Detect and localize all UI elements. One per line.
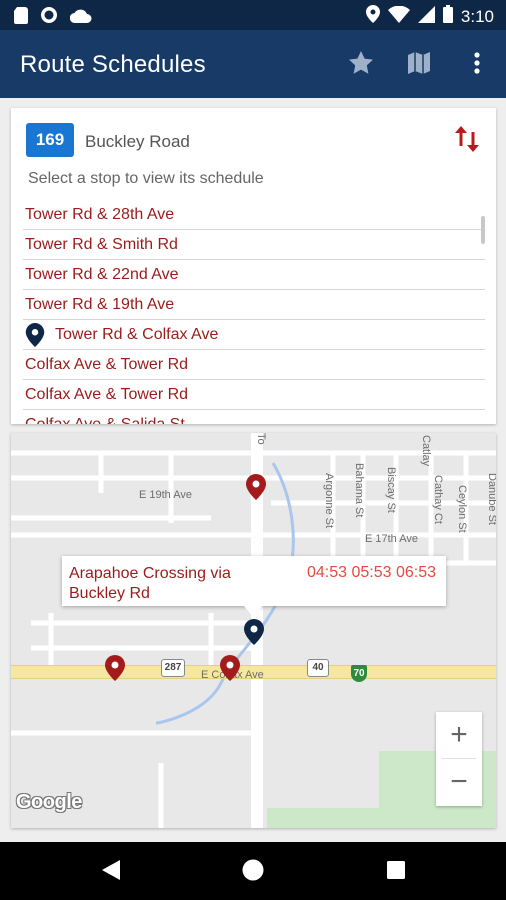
map-icon — [407, 51, 431, 80]
route-number-badge: 169 — [26, 123, 74, 157]
stop-item[interactable]: Colfax Ave & Tower Rd — [23, 350, 485, 380]
stop-item-label: Colfax Ave & Salida St — [25, 415, 185, 425]
stop-item-label: Colfax Ave & Tower Rd — [25, 385, 189, 403]
favorite-button[interactable] — [346, 50, 376, 80]
google-logo: Google — [16, 791, 82, 813]
location-icon — [365, 5, 380, 28]
status-bar: 3:10 — [0, 0, 506, 30]
selected-stop-pin-icon — [25, 322, 45, 347]
street-label-biscay: Biscay St — [385, 467, 397, 513]
app-bar-actions — [346, 50, 492, 80]
more-vert-icon — [474, 51, 480, 79]
info-departure-times: 04:53 05:53 06:53 — [306, 564, 436, 581]
sync-icon — [40, 6, 58, 29]
battery-icon — [442, 5, 453, 28]
street-label-e19th: E 19th Ave — [139, 489, 193, 501]
stop-item-label: Tower Rd & 22nd Ave — [25, 265, 179, 283]
stop-item[interactable]: Colfax Ave & Tower Rd — [23, 380, 485, 410]
info-route-title: Arapahoe Crossing via Buckley Rd — [69, 565, 231, 602]
zoom-controls: + − — [436, 712, 482, 806]
status-icons-left — [14, 6, 92, 29]
stop-item[interactable]: Colfax Ave & Salida St — [23, 410, 485, 425]
stop-item[interactable]: Tower Rd & Smith Rd — [23, 230, 485, 260]
stop-item-label: Tower Rd & 19th Ave — [25, 295, 175, 313]
street-label-cathay: Cathay Ct — [432, 475, 444, 524]
selected-stop-marker[interactable] — [244, 619, 264, 645]
stop-item-label: Tower Rd & 28th Ave — [25, 205, 175, 223]
us-287-shield: 287 — [161, 659, 185, 677]
stop-item[interactable]: Tower Rd & 22nd Ave — [23, 260, 485, 290]
i-70-shield: 70 — [351, 665, 367, 682]
route-card: 169 Buckley Road Select a stop to view i… — [11, 108, 496, 424]
star-icon — [349, 51, 373, 79]
signal-icon — [417, 5, 435, 28]
stop-list: Tower Rd & 28th Ave Tower Rd & Smith Rd To… — [23, 200, 485, 424]
sd-card-icon — [14, 6, 28, 29]
system-nav-bar — [0, 842, 506, 900]
wifi-icon — [387, 5, 410, 28]
more-options-button[interactable] — [462, 50, 492, 80]
street-label-bahama: Bahama St — [353, 463, 365, 518]
street-label-tower: To — [255, 433, 267, 445]
stop-marker[interactable] — [220, 655, 240, 681]
stop-item-label: Tower Rd & Colfax Ave — [55, 325, 219, 343]
stop-item-label: Colfax Ave & Tower Rd — [25, 355, 189, 373]
recents-icon — [387, 860, 405, 884]
swap-direction-button[interactable] — [454, 124, 480, 154]
stop-list-scrollbar[interactable] — [481, 216, 485, 244]
cloud-icon — [69, 8, 92, 28]
stop-info-window[interactable]: Arapahoe Crossing via Buckley Rd 04:53 0… — [62, 556, 446, 617]
stop-marker[interactable] — [105, 655, 125, 681]
street-label-danube: Danube St — [486, 473, 496, 525]
stop-item-label: Tower Rd & Smith Rd — [25, 235, 178, 253]
street-label-catlay: Catlay — [420, 435, 432, 467]
map-pin-icon — [244, 619, 264, 645]
street-label-argonne: Argonne St — [323, 473, 335, 529]
map-button[interactable] — [404, 50, 434, 80]
route-name: Buckley Road — [85, 132, 190, 151]
map-pin-icon — [220, 655, 240, 681]
stop-item[interactable]: Tower Rd & 28th Ave — [23, 200, 485, 230]
stop-marker[interactable] — [246, 474, 266, 500]
recents-button[interactable] — [381, 857, 411, 887]
zoom-in-button[interactable]: + — [436, 712, 482, 758]
home-icon — [242, 859, 264, 886]
route-map[interactable]: E 19th Ave E 17th Ave E Colfax Ave Argon… — [11, 433, 496, 828]
status-time: 3:10 — [460, 6, 494, 26]
home-button[interactable] — [238, 857, 268, 887]
stop-item[interactable]: Tower Rd & 19th Ave — [23, 290, 485, 320]
app-bar: Route Schedules — [0, 30, 506, 98]
stop-select-hint: Select a stop to view its schedule — [28, 170, 264, 187]
back-icon — [102, 859, 120, 885]
street-label-e17th: E 17th Ave — [365, 533, 419, 545]
status-icons-right: 3:10 — [365, 5, 494, 28]
map-pin-icon — [105, 655, 125, 681]
street-label-ceylon: Ceylon St — [456, 485, 468, 533]
us-40-shield: 40 — [307, 659, 329, 677]
swap-vert-icon — [454, 126, 480, 158]
stop-item-selected[interactable]: Tower Rd & Colfax Ave — [23, 320, 485, 350]
page-title: Route Schedules — [20, 51, 206, 78]
map-pin-icon — [246, 474, 266, 500]
back-button[interactable] — [96, 857, 126, 887]
zoom-out-button[interactable]: − — [436, 759, 482, 805]
